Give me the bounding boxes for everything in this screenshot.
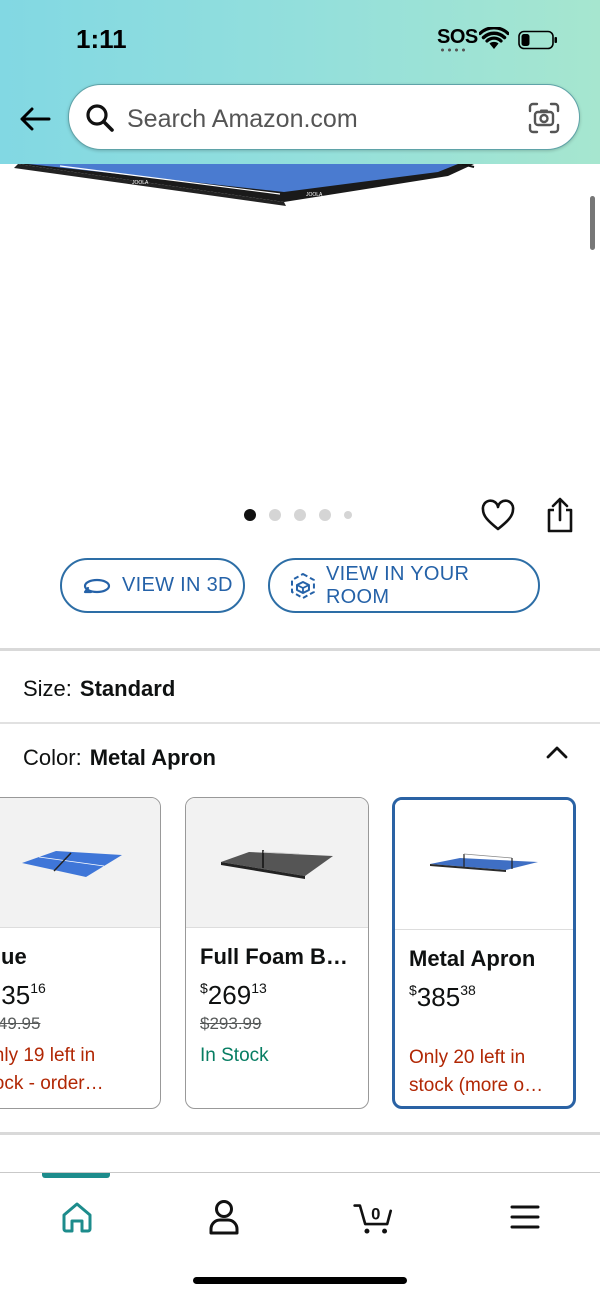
menu-icon[interactable] (503, 1195, 547, 1239)
section-divider (0, 1132, 600, 1135)
swatch-price: $38538 (409, 982, 476, 1013)
view-in-your-room-button[interactable]: VIEW IN YOUR ROOM (268, 558, 540, 613)
ar-cube-icon (290, 572, 315, 599)
size-value: Standard (79, 676, 176, 701)
signal-dots (439, 48, 469, 52)
swatch-availability: In Stock (200, 1045, 269, 1066)
swatch-price: $13516 (0, 980, 46, 1011)
carousel-dot[interactable] (344, 511, 352, 519)
carousel-dots (244, 508, 352, 522)
size-selector[interactable]: Size: Standard (23, 676, 175, 702)
swatch-name: Full Foam B… (200, 944, 348, 969)
svg-text:JOOLA: JOOLA (132, 180, 149, 186)
camera-icon[interactable] (527, 101, 561, 135)
swatch-price: $26913 (200, 980, 267, 1011)
price-currency: $ (200, 980, 208, 996)
color-label: Color: (23, 745, 82, 770)
home-indicator[interactable] (193, 1277, 407, 1284)
share-icon[interactable] (543, 496, 577, 534)
header: 1:11 SOS Search Amazon.com (0, 0, 600, 164)
nav-active-indicator (42, 1173, 110, 1178)
search-icon (86, 104, 114, 132)
carousel-dot-active[interactable] (244, 509, 256, 521)
heart-icon[interactable] (480, 498, 516, 534)
size-label: Size: (23, 676, 72, 701)
swatch-availability: Only 20 left in stock (more o… (409, 1047, 544, 1096)
cart-icon[interactable]: 0 (352, 1195, 396, 1239)
price-fraction: 38 (460, 982, 476, 998)
search-input[interactable]: Search Amazon.com (68, 84, 580, 150)
color-selector[interactable]: Color: Metal Apron (23, 745, 216, 771)
swatch-availability: Only 19 left in stock - order… (0, 1045, 104, 1094)
price-fraction: 16 (30, 980, 46, 996)
swatch-list-price: $149.95 (0, 1014, 41, 1033)
table-thumbnail (21, 850, 122, 877)
home-icon[interactable] (55, 1195, 99, 1239)
color-swatch-metal-apron[interactable]: Metal Apron $38538 Only 20 left in stock… (392, 797, 576, 1109)
table-thumbnail (221, 849, 333, 879)
back-arrow-icon[interactable] (16, 100, 54, 138)
status-time: 1:11 (76, 24, 127, 54)
account-icon[interactable] (202, 1195, 246, 1239)
rotate-3d-icon (83, 578, 111, 593)
swatch-thumbnail (186, 798, 368, 928)
swatch-thumbnail (0, 798, 160, 928)
color-value: Metal Apron (89, 745, 216, 770)
price-fraction: 13 (251, 980, 267, 996)
swatch-name: Metal Apron (409, 946, 536, 971)
price-whole: 269 (207, 980, 252, 1010)
wifi-icon (479, 27, 509, 49)
swatch-thumbnail (395, 800, 573, 930)
carousel-dot[interactable] (294, 509, 306, 521)
carousel-dot[interactable] (319, 509, 331, 521)
product-image[interactable]: JOOLA JOOLA (0, 164, 600, 494)
price-whole: 385 (416, 982, 461, 1012)
view-in-3d-label: VIEW IN 3D (122, 574, 233, 596)
swatch-list-price: $293.99 (200, 1014, 262, 1033)
view-in-3d-button[interactable]: VIEW IN 3D (60, 558, 245, 613)
price-whole: 135 (0, 980, 31, 1010)
search-placeholder: Search Amazon.com (127, 105, 358, 133)
swatch-name: Blue (0, 944, 27, 969)
table-thumbnail (430, 853, 538, 872)
cart-count: 0 (371, 1205, 380, 1224)
chevron-up-icon[interactable] (544, 742, 570, 762)
view-in-your-room-label: VIEW IN YOUR ROOM (325, 562, 470, 608)
svg-text:JOOLA: JOOLA (306, 192, 323, 198)
price-currency: $ (409, 982, 417, 998)
sos-indicator: SOS (437, 26, 478, 48)
carousel-dot[interactable] (269, 509, 281, 521)
color-swatch-blue[interactable]: Blue $13516 $149.95 Only 19 left in stoc… (0, 797, 161, 1109)
color-swatch-full-foam[interactable]: Full Foam B… $26913 $293.99 In Stock (185, 797, 369, 1109)
section-divider (0, 648, 600, 651)
scroll-indicator[interactable] (590, 196, 595, 250)
section-divider (0, 722, 600, 724)
battery-icon (518, 30, 557, 50)
